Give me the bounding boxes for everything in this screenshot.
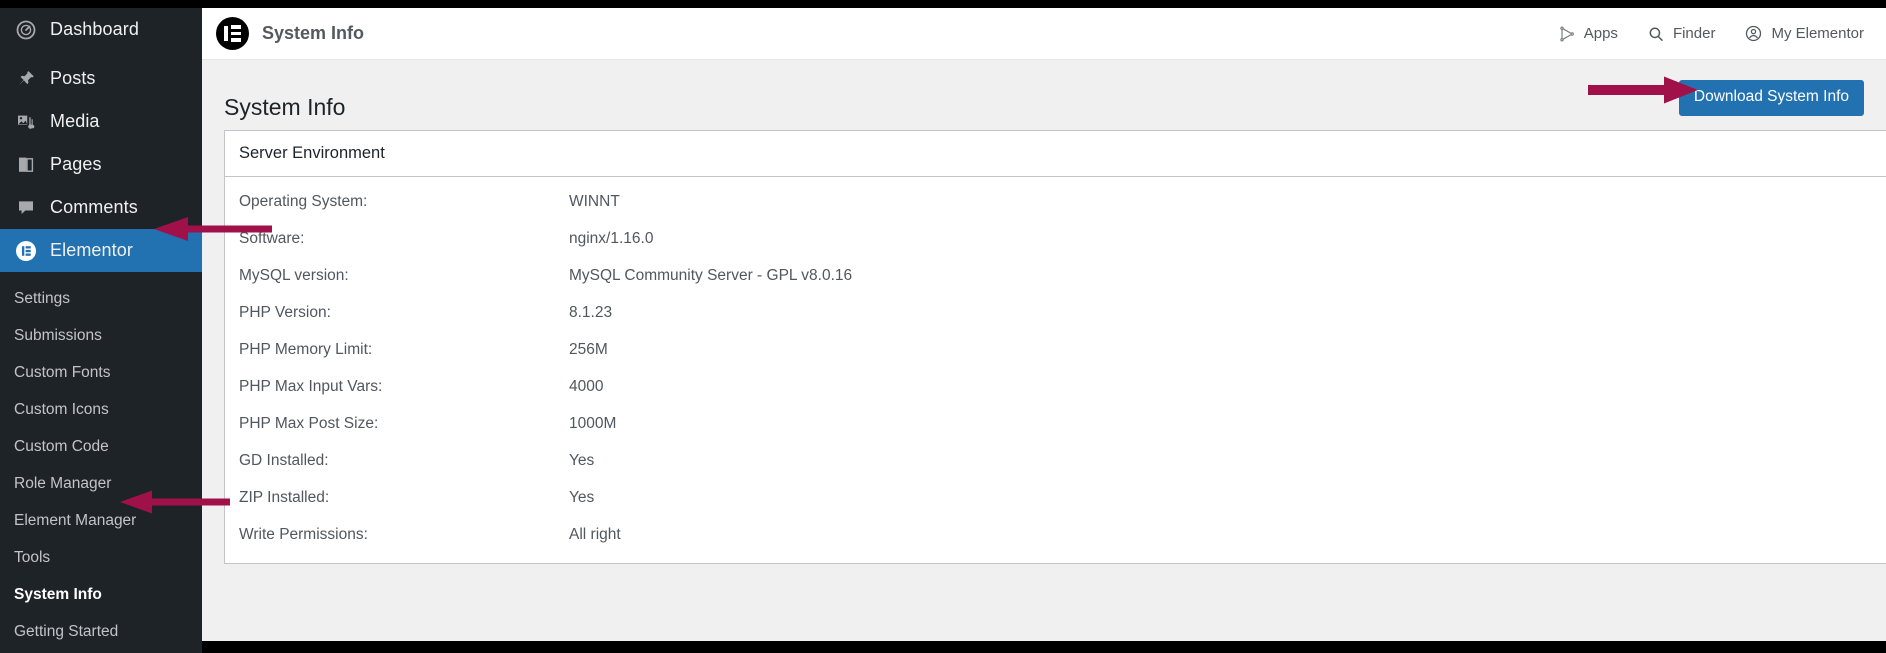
sidebar-top-padding [0, 0, 202, 8]
row-value: MySQL Community Server - GPL v8.0.16 [569, 266, 853, 284]
sidebar-item-settings[interactable]: Settings [0, 280, 202, 317]
panel-body: Operating System: WINNT Software: nginx/… [225, 177, 1886, 563]
row-value: 256M [569, 340, 608, 358]
sidebar-item-role-manager[interactable]: Role Manager [0, 465, 202, 502]
pages-icon [14, 153, 38, 177]
apps-icon [1559, 26, 1575, 42]
sidebar-item-pages[interactable]: Pages [0, 143, 202, 186]
sidebar-submenu: Settings Submissions Custom Fonts Custom… [0, 272, 202, 650]
table-row: Operating System: WINNT [225, 183, 1886, 220]
row-label: PHP Max Input Vars: [239, 377, 383, 395]
sidebar-item-label: Comments [50, 197, 138, 217]
app-bar-item-apps[interactable]: Apps [1559, 25, 1618, 42]
row-label: PHP Memory Limit: [239, 340, 373, 358]
row-label: Software: [239, 229, 305, 247]
app-bar-item-label: Apps [1583, 25, 1618, 42]
row-value: WINNT [569, 192, 620, 210]
panel-heading: Server Environment [225, 131, 1886, 177]
table-row: ZIP Installed: Yes [225, 479, 1886, 516]
row-label: ZIP Installed: [239, 488, 330, 506]
app-bar-right-group: Apps Finder My Elementor [1559, 25, 1886, 42]
sidebar-item-system-info[interactable]: System Info [0, 576, 202, 613]
row-label: Write Permissions: [239, 525, 368, 543]
comments-icon [14, 196, 38, 220]
row-label: PHP Max Post Size: [239, 414, 379, 432]
account-icon [1745, 25, 1762, 42]
bottom-black-bar [0, 641, 1886, 653]
wp-admin-sidebar[interactable]: Dashboard Posts Media Pages Comments Ele… [0, 0, 202, 653]
sidebar-item-posts[interactable]: Posts [0, 57, 202, 100]
download-system-info-button[interactable]: Download System Info [1678, 80, 1864, 116]
sidebar-item-media[interactable]: Media [0, 100, 202, 143]
dashboard-icon [14, 18, 38, 42]
row-label: Operating System: [239, 192, 368, 210]
row-label: MySQL version: [239, 266, 349, 284]
elementor-logo-icon[interactable] [216, 17, 249, 50]
media-icon [14, 110, 38, 134]
elementor-app-bar: System Info Apps Finder My Elementor [202, 8, 1886, 60]
row-value: nginx/1.16.0 [569, 229, 654, 247]
pin-icon [14, 67, 38, 91]
app-bar-left-group: System Info [202, 17, 364, 50]
table-row: PHP Max Post Size: 1000M [225, 405, 1886, 442]
app-bar-item-my-elementor[interactable]: My Elementor [1745, 25, 1864, 42]
main-content: System Info Download System Info Server … [202, 60, 1886, 641]
table-row: GD Installed: Yes [225, 442, 1886, 479]
table-row: Software: nginx/1.16.0 [225, 220, 1886, 257]
sidebar-item-submissions[interactable]: Submissions [0, 317, 202, 354]
sidebar-item-dashboard[interactable]: Dashboard [0, 8, 202, 51]
page-header: System Info Download System Info [202, 60, 1886, 130]
app-bar-title: System Info [262, 23, 365, 43]
row-value: All right [569, 525, 621, 543]
top-black-bar [0, 0, 1886, 8]
sidebar-item-custom-fonts[interactable]: Custom Fonts [0, 354, 202, 391]
table-row: PHP Memory Limit: 256M [225, 331, 1886, 368]
server-environment-panel: Server Environment Operating System: WIN… [224, 130, 1886, 564]
sidebar-item-custom-icons[interactable]: Custom Icons [0, 391, 202, 428]
sidebar-item-comments[interactable]: Comments [0, 186, 202, 229]
elementor-icon [14, 239, 38, 263]
table-row: PHP Max Input Vars: 4000 [225, 368, 1886, 405]
sidebar-item-label: Elementor [50, 240, 133, 260]
screenshot-root: Dashboard Posts Media Pages Comments Ele… [0, 0, 1886, 653]
sidebar-item-tools[interactable]: Tools [0, 539, 202, 576]
app-bar-item-label: My Elementor [1771, 25, 1864, 42]
app-bar-item-finder[interactable]: Finder [1648, 25, 1716, 42]
table-row: PHP Version: 8.1.23 [225, 294, 1886, 331]
table-row: MySQL version: MySQL Community Server - … [225, 257, 1886, 294]
row-value: 4000 [569, 377, 604, 395]
sidebar-item-element-manager[interactable]: Element Manager [0, 502, 202, 539]
search-icon [1648, 26, 1664, 42]
sidebar-item-getting-started[interactable]: Getting Started [0, 613, 202, 650]
sidebar-item-label: Dashboard [50, 19, 139, 39]
table-row: Write Permissions: All right [225, 516, 1886, 553]
sidebar-item-label: Media [50, 111, 100, 131]
page-title: System Info [224, 93, 346, 120]
sidebar-item-label: Posts [50, 68, 96, 88]
row-label: PHP Version: [239, 303, 331, 321]
row-label: GD Installed: [239, 451, 329, 469]
sidebar-item-elementor[interactable]: Elementor [0, 229, 202, 272]
sidebar-item-custom-code[interactable]: Custom Code [0, 428, 202, 465]
row-value: Yes [569, 451, 595, 469]
app-bar-item-label: Finder [1672, 25, 1716, 42]
row-value: Yes [569, 488, 595, 506]
row-value: 1000M [569, 414, 617, 432]
sidebar-item-label: Pages [50, 154, 102, 174]
row-value: 8.1.23 [569, 303, 613, 321]
